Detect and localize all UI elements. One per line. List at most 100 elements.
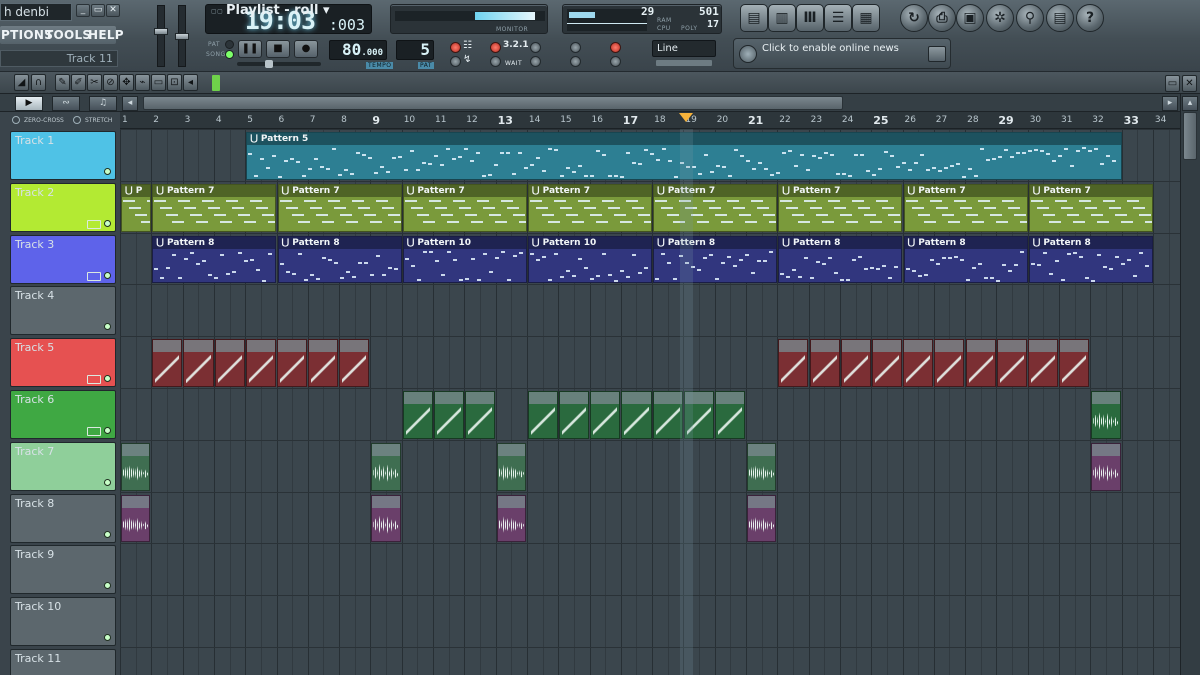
audio-clip[interactable] (496, 442, 526, 491)
multilink-button[interactable] (610, 42, 621, 53)
track-header[interactable]: Track 1 (10, 131, 116, 180)
master-volume-fader[interactable] (154, 5, 168, 67)
tools-icon[interactable]: ⚲ (1016, 4, 1044, 32)
pattern-clip[interactable]: ⋃ Pattern 7 (527, 183, 653, 232)
automation-clip[interactable] (996, 339, 1027, 387)
track-enable-led[interactable] (104, 530, 111, 538)
pattern-clip[interactable]: ⋃ Pattern 8 (1028, 235, 1153, 284)
automation-clip[interactable] (1027, 339, 1059, 387)
automation-clip[interactable] (965, 339, 996, 387)
plugin-icon[interactable]: ✲ (986, 4, 1014, 32)
automation-clip[interactable] (214, 339, 245, 387)
automation-clip[interactable] (433, 391, 464, 439)
scroll-up-arrow[interactable]: ▴ (1182, 96, 1198, 111)
loop-record-button[interactable] (530, 56, 541, 67)
automation-clip[interactable] (276, 339, 308, 387)
automation-clip[interactable] (778, 339, 809, 387)
mixer-icon[interactable]: ▤ (740, 4, 768, 32)
play-button[interactable]: ❚❚ (238, 40, 262, 58)
automation-clip[interactable] (652, 391, 683, 439)
pattern-picker-tab[interactable]: ▶ (15, 96, 43, 111)
track-header[interactable]: Track 2 (10, 182, 116, 232)
minimize-button[interactable]: _ (76, 4, 90, 17)
scroll-left-arrow[interactable]: ◂ (122, 96, 138, 111)
track-header[interactable]: Track 8 (10, 493, 116, 543)
horizontal-scrollbar[interactable] (143, 96, 843, 110)
record-button[interactable]: ● (294, 40, 318, 58)
playback-tool-icon[interactable]: ◂ (183, 74, 198, 91)
playlist-maximize-icon[interactable]: ▭ (1165, 75, 1180, 92)
track-enable-led[interactable] (104, 634, 111, 642)
zoom-tool-icon[interactable]: ⊡ (167, 74, 182, 91)
paint-tool-icon[interactable]: ✐ (71, 74, 86, 91)
menu-help[interactable]: HELP (88, 26, 124, 44)
overdub-button[interactable] (570, 56, 581, 67)
record-option-1[interactable] (450, 42, 461, 53)
playlist-icon[interactable]: ▦ (852, 4, 880, 32)
audio-clip[interactable] (747, 442, 777, 491)
step-edit-button[interactable] (530, 42, 541, 53)
automation-clip[interactable] (871, 339, 903, 387)
pat-mode-led[interactable] (225, 40, 234, 49)
track-header[interactable]: Track 5 (10, 338, 116, 388)
automation-picker-tab[interactable]: ∾ (52, 96, 80, 111)
track-header[interactable]: Track 6 (10, 390, 116, 439)
vertical-scrollbar[interactable] (1180, 94, 1200, 675)
menu-tools[interactable]: TOOLS (45, 26, 91, 44)
automation-clip[interactable] (245, 339, 276, 387)
restore-button[interactable]: ▭ (91, 4, 105, 17)
metronome-button[interactable] (450, 56, 461, 67)
wait-button[interactable] (490, 56, 501, 67)
track-header[interactable]: Track 11 (10, 649, 116, 675)
pattern-clip[interactable]: ⋃ Pattern 10 (527, 235, 653, 284)
automation-clip[interactable] (559, 391, 590, 439)
audio-clip[interactable] (1091, 442, 1121, 491)
piano-roll-icon[interactable]: Ⅲ (796, 4, 824, 32)
channel-rack-icon[interactable]: ▥ (768, 4, 796, 32)
draw-tool-icon[interactable]: ✎ (55, 74, 70, 91)
automation-clip[interactable] (809, 339, 840, 387)
track-header[interactable]: Track 7 (10, 441, 116, 491)
slice-tool-icon[interactable]: ⌁ (135, 74, 150, 91)
info-icon[interactable]: ▤ (1046, 4, 1074, 32)
pattern-clip[interactable]: ⋃ P (121, 183, 152, 232)
audio-clip[interactable] (1091, 391, 1121, 439)
playlist-close-icon[interactable]: ✕ (1182, 75, 1197, 92)
automation-clip[interactable] (152, 339, 183, 387)
automation-clip[interactable] (590, 391, 621, 439)
track-header[interactable]: Track 3 (10, 234, 116, 284)
magnet-icon[interactable]: ∩ (31, 74, 46, 91)
delete-tool-icon[interactable]: ✂ (87, 74, 102, 91)
audio-clip[interactable] (121, 494, 151, 543)
automation-clip[interactable] (464, 391, 495, 439)
song-position-slider[interactable] (237, 60, 321, 68)
playlist-detach-icon[interactable] (212, 75, 220, 91)
song-mode-led[interactable] (225, 50, 234, 59)
help-icon[interactable]: ? (1076, 4, 1104, 32)
browser-icon[interactable]: ☰ (824, 4, 852, 32)
vertical-scroll-thumb[interactable] (1183, 112, 1197, 160)
pattern-clip[interactable]: ⋃ Pattern 7 (903, 183, 1028, 232)
pattern-clip[interactable]: ⋃ Pattern 10 (402, 235, 527, 284)
audio-clip[interactable] (747, 494, 777, 543)
automation-clip[interactable] (183, 339, 214, 387)
pattern-clip[interactable]: ⋃ Pattern 8 (653, 235, 778, 284)
playhead-marker[interactable] (679, 113, 694, 122)
online-news-bar[interactable]: Click to enable online news (733, 38, 951, 69)
pattern-clip[interactable]: ⋃ Pattern 8 (903, 235, 1028, 284)
track-header[interactable]: Track 10 (10, 597, 116, 647)
audio-clip[interactable] (371, 494, 401, 543)
pattern-clip[interactable]: ⋃ Pattern 7 (778, 183, 903, 232)
pattern-clip[interactable]: ⋃ Pattern 8 (152, 235, 277, 284)
audio-clip[interactable] (371, 442, 401, 491)
track-header[interactable]: Track 4 (10, 286, 116, 336)
pattern-clip[interactable]: ⋃ Pattern 7 (402, 183, 527, 232)
scroll-right-arrow[interactable]: ▸ (1162, 96, 1178, 111)
snap-toggle-button[interactable] (610, 56, 621, 67)
audio-clip[interactable] (496, 494, 526, 543)
automation-clip[interactable] (621, 391, 652, 439)
audio-clip[interactable] (121, 442, 151, 491)
automation-clip[interactable] (714, 391, 745, 439)
track-enable-led[interactable] (104, 478, 111, 486)
close-button[interactable]: ✕ (106, 4, 120, 17)
